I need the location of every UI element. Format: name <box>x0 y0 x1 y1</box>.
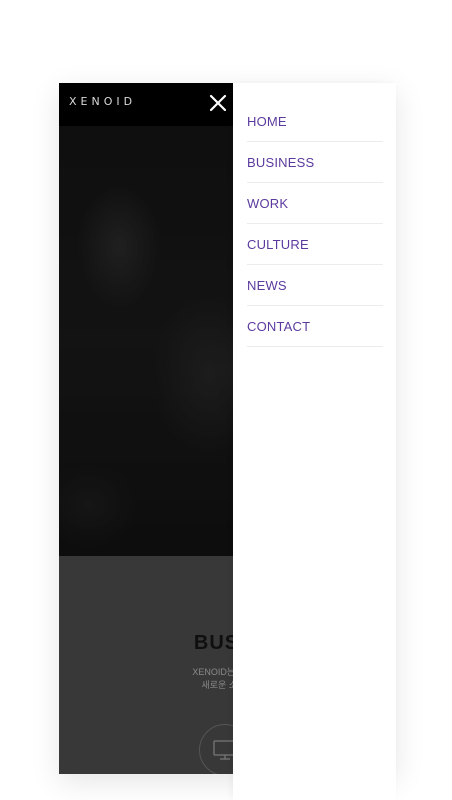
nav-link-news[interactable]: NEWS <box>247 278 287 293</box>
nav-link-home[interactable]: HOME <box>247 114 287 129</box>
nav-link-contact[interactable]: CONTACT <box>247 319 310 334</box>
nav-item-work[interactable]: WORK <box>247 183 383 224</box>
nav-item-business[interactable]: BUSINESS <box>247 142 383 183</box>
nav-link-business[interactable]: BUSINESS <box>247 155 314 170</box>
screen: XENOID BUSIN XENOID는 기술과 새로운 소통을 HOME BU… <box>0 0 452 800</box>
nav-link-work[interactable]: WORK <box>247 196 288 211</box>
close-icon[interactable] <box>208 93 228 113</box>
nav-item-news[interactable]: NEWS <box>247 265 383 306</box>
nav-drawer: HOME BUSINESS WORK CULTURE NEWS CONTACT <box>233 83 396 800</box>
nav-item-culture[interactable]: CULTURE <box>247 224 383 265</box>
nav-item-contact[interactable]: CONTACT <box>247 306 383 347</box>
logo[interactable]: XENOID <box>69 95 136 108</box>
close-icon-graphic <box>209 94 227 112</box>
nav-item-home[interactable]: HOME <box>247 101 383 142</box>
nav-menu: HOME BUSINESS WORK CULTURE NEWS CONTACT <box>233 83 396 347</box>
nav-link-culture[interactable]: CULTURE <box>247 237 309 252</box>
